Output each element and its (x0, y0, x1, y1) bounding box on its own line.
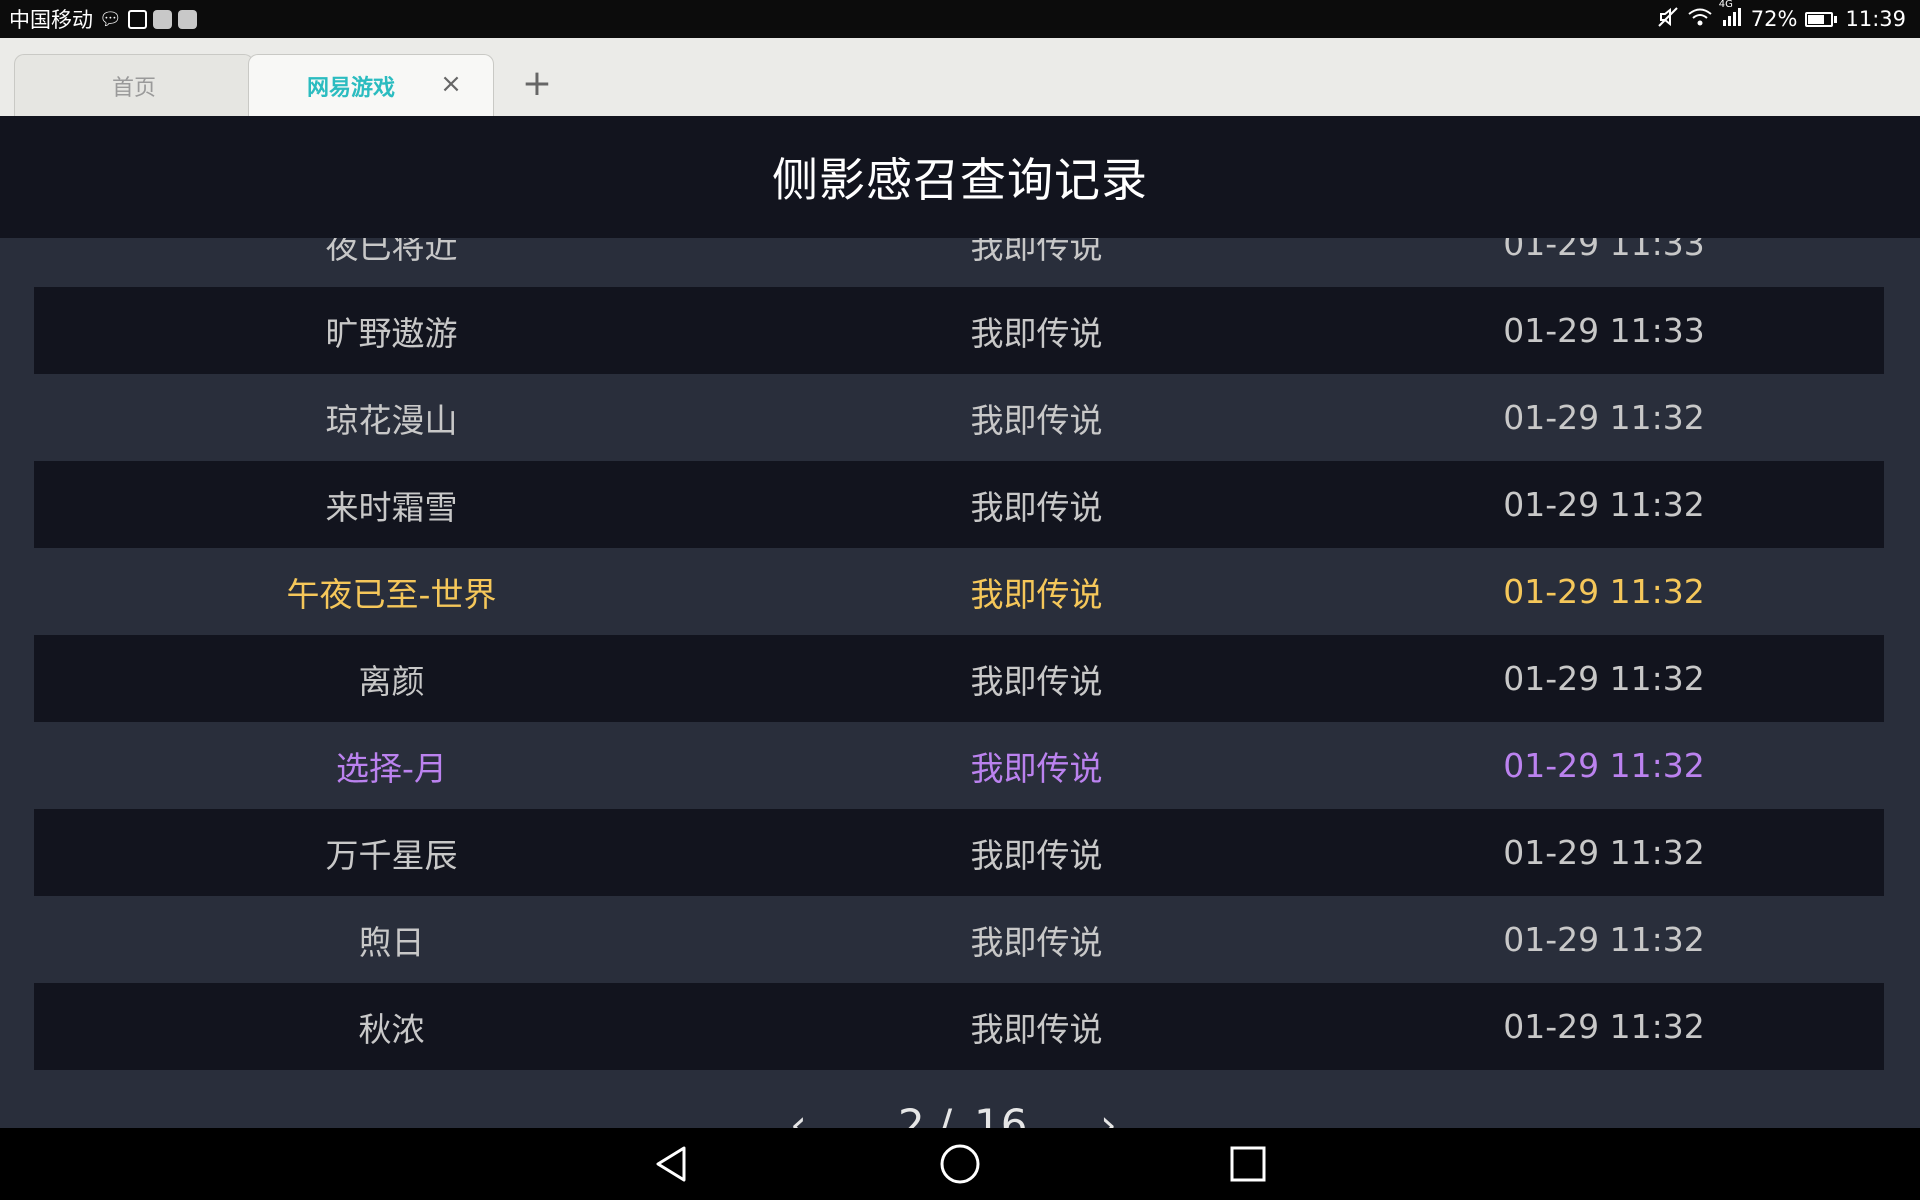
close-tab-icon[interactable]: × (439, 71, 463, 97)
battery-icon (1805, 11, 1838, 27)
image-icon (127, 9, 147, 29)
record-time: 01-29 11:32 (1503, 659, 1705, 698)
status-right: 4G 72% 11:39 (1657, 0, 1920, 33)
new-tab-icon[interactable]: + (520, 66, 554, 102)
page-title: 侧影感召查询记录 (772, 153, 1148, 207)
clock: 11:39 (1845, 7, 1906, 31)
record-type: 我即传说 (970, 1009, 1103, 1049)
system-nav-bar (0, 1128, 1920, 1200)
table-row[interactable]: 来时霜雪 我即传说 01-29 11:32 (34, 461, 1884, 548)
table-row[interactable]: 秋浓 我即传说 01-29 11:32 (34, 983, 1884, 1070)
tab-home-label: 首页 (111, 75, 156, 101)
record-name: 来时霜雪 (325, 487, 458, 527)
record-type: 我即传说 (970, 661, 1103, 701)
record-time: 01-29 11:32 (1503, 398, 1705, 437)
app-notification-icon-2 (177, 9, 197, 29)
records-table[interactable]: 夜已将近 我即传说 01-29 11:33 旷野遨游 我即传说 01-29 11:33 琼花… (34, 238, 1884, 1128)
message-icon: 💬︎ (99, 8, 122, 30)
record-name: 万千星辰 (325, 835, 458, 875)
record-time: 01-29 11:32 (1503, 1007, 1705, 1046)
table-row[interactable]: 煦日 我即传说 01-29 11:32 (34, 896, 1884, 983)
record-time: 01-29 11:32 (1503, 485, 1705, 524)
browser-tab-strip: 首页 网易游戏 × + (0, 38, 1920, 116)
record-type: 我即传说 (970, 400, 1103, 440)
table-row[interactable]: 旷野遨游 我即传说 01-29 11:33 (34, 287, 1884, 374)
record-name: 旷野遨游 (325, 313, 458, 353)
back-icon[interactable] (650, 1142, 694, 1186)
page-header: 侧影感召查询记录 (0, 116, 1920, 238)
tab-active-label: 网易游戏 (306, 75, 395, 101)
record-name: 琼花漫山 (325, 400, 458, 440)
record-type: 我即传说 (970, 748, 1103, 788)
record-type: 我即传说 (970, 922, 1103, 962)
wifi-icon (1687, 7, 1713, 32)
app-notification-icon (152, 9, 172, 29)
record-time: 01-29 11:32 (1503, 920, 1705, 959)
record-time: 01-29 11:33 (1503, 238, 1705, 263)
battery-percent: 72% (1750, 7, 1798, 31)
record-name: 秋浓 (358, 1009, 425, 1049)
record-type: 我即传说 (970, 574, 1103, 614)
record-name: 夜已将近 (325, 238, 458, 266)
record-name: 煦日 (358, 922, 425, 962)
tab-netease-games[interactable]: 网易游戏 × (248, 54, 494, 116)
record-time: 01-29 11:32 (1503, 572, 1705, 611)
record-name: 选择-月 (336, 748, 447, 788)
table-row[interactable]: 午夜已至-世界 我即传说 01-29 11:32 (34, 548, 1884, 635)
mute-icon (1657, 6, 1679, 33)
screen: 中国移动 💬︎ 4G 72% 11:39 首页 网易游戏 × + 侧影感召查询记… (0, 0, 1920, 1200)
status-left: 中国移动 💬︎ (0, 4, 197, 34)
recents-icon[interactable] (1226, 1142, 1270, 1186)
table-row[interactable]: 万千星辰 我即传说 01-29 11:32 (34, 809, 1884, 896)
network-type-label: 4G (1718, 0, 1733, 10)
record-type: 我即传说 (970, 313, 1103, 353)
record-name: 午夜已至-世界 (286, 574, 497, 614)
table-row[interactable]: 选择-月 我即传说 01-29 11:32 (34, 722, 1884, 809)
status-bar: 中国移动 💬︎ 4G 72% 11:39 (0, 0, 1920, 38)
table-row[interactable]: 离颜 我即传说 01-29 11:32 (34, 635, 1884, 722)
home-icon[interactable] (938, 1142, 982, 1186)
record-time: 01-29 11:33 (1503, 311, 1705, 350)
record-type: 我即传说 (970, 487, 1103, 527)
carrier-label: 中国移动 (9, 8, 93, 32)
table-row[interactable]: 琼花漫山 我即传说 01-29 11:32 (34, 374, 1884, 461)
record-type: 我即传说 (970, 238, 1103, 266)
table-row[interactable]: 夜已将近 我即传说 01-29 11:33 (34, 238, 1884, 287)
record-time: 01-29 11:32 (1503, 833, 1705, 872)
record-name: 离颜 (358, 661, 425, 701)
signal-icon: 4G (1719, 0, 1743, 32)
record-time: 01-29 11:32 (1503, 746, 1705, 785)
tab-home[interactable]: 首页 (14, 54, 254, 116)
record-type: 我即传说 (970, 835, 1103, 875)
